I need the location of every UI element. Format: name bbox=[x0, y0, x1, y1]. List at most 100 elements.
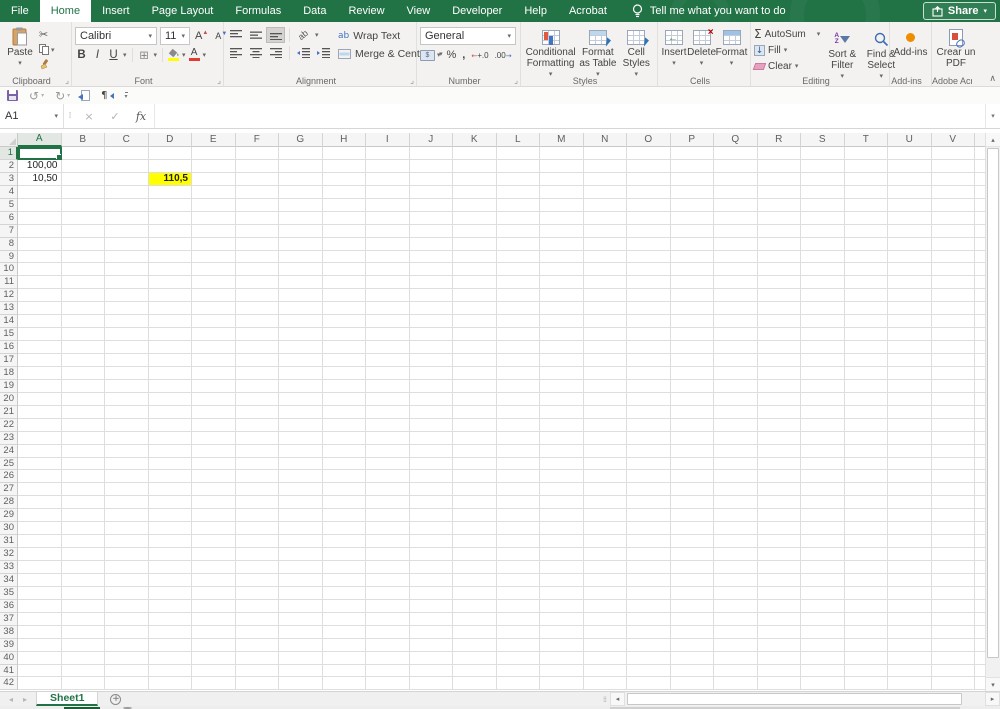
cell-B38[interactable] bbox=[61, 625, 105, 639]
cell-P38[interactable] bbox=[670, 625, 714, 639]
cell-R27[interactable] bbox=[757, 483, 801, 497]
cell-F17[interactable] bbox=[235, 354, 279, 367]
cell-M23[interactable] bbox=[540, 431, 584, 445]
cell-Q26[interactable] bbox=[714, 470, 758, 484]
cell-J24[interactable] bbox=[409, 444, 453, 458]
cell-partial-15[interactable] bbox=[975, 328, 985, 342]
cell-K26[interactable] bbox=[453, 470, 497, 484]
cell-V19[interactable] bbox=[931, 379, 975, 393]
cell-partial-14[interactable] bbox=[975, 315, 985, 329]
cell-U40[interactable] bbox=[888, 651, 932, 665]
cell-V27[interactable] bbox=[931, 483, 975, 497]
cell-I1[interactable] bbox=[366, 147, 410, 160]
cell-A1[interactable] bbox=[18, 147, 62, 160]
column-header-Q[interactable]: Q bbox=[714, 133, 758, 147]
cell-H15[interactable] bbox=[322, 328, 366, 342]
cell-U32[interactable] bbox=[888, 548, 932, 561]
customize-qat-button[interactable]: ▾ bbox=[124, 92, 128, 100]
cell-partial-38[interactable] bbox=[975, 626, 985, 639]
cell-M3[interactable] bbox=[540, 172, 584, 186]
cell-R23[interactable] bbox=[757, 431, 801, 445]
cell-U31[interactable] bbox=[888, 535, 932, 549]
cell-N29[interactable] bbox=[583, 509, 627, 523]
cell-P31[interactable] bbox=[670, 535, 714, 549]
cell-H37[interactable] bbox=[322, 612, 366, 626]
cell-S12[interactable] bbox=[801, 289, 845, 303]
cell-R41[interactable] bbox=[757, 664, 801, 678]
cell-partial-2[interactable] bbox=[975, 160, 985, 173]
cell-S38[interactable] bbox=[801, 625, 845, 639]
cell-M15[interactable] bbox=[540, 328, 584, 342]
row-header-33[interactable]: 33 bbox=[0, 561, 18, 574]
cell-H42[interactable] bbox=[322, 677, 366, 691]
cell-S3[interactable] bbox=[801, 172, 845, 186]
cell-H4[interactable] bbox=[322, 185, 366, 199]
cell-M4[interactable] bbox=[540, 185, 584, 199]
cell-U37[interactable] bbox=[888, 612, 932, 626]
cell-B33[interactable] bbox=[61, 561, 105, 574]
cell-A11[interactable] bbox=[18, 276, 62, 290]
cell-Q1[interactable] bbox=[714, 147, 758, 160]
cell-V1[interactable] bbox=[931, 147, 975, 160]
row-header-25[interactable]: 25 bbox=[0, 457, 18, 471]
cell-J3[interactable] bbox=[409, 172, 453, 186]
cell-A33[interactable] bbox=[18, 561, 62, 574]
cell-T19[interactable] bbox=[844, 379, 888, 393]
cell-K12[interactable] bbox=[453, 289, 497, 303]
cell-I8[interactable] bbox=[366, 237, 410, 251]
cell-R30[interactable] bbox=[757, 522, 801, 536]
cell-partial-7[interactable] bbox=[975, 225, 985, 238]
cell-Q31[interactable] bbox=[714, 535, 758, 549]
cell-E23[interactable] bbox=[192, 431, 236, 445]
cell-U29[interactable] bbox=[888, 509, 932, 523]
cell-K20[interactable] bbox=[453, 392, 497, 406]
column-header-R[interactable]: R bbox=[757, 133, 801, 147]
cell-M31[interactable] bbox=[540, 535, 584, 549]
cell-D39[interactable] bbox=[148, 638, 192, 652]
cell-S6[interactable] bbox=[801, 211, 845, 225]
cell-R5[interactable] bbox=[757, 198, 801, 212]
cell-R16[interactable] bbox=[757, 341, 801, 354]
cell-V2[interactable] bbox=[931, 159, 975, 173]
cell-E29[interactable] bbox=[192, 509, 236, 523]
cell-S29[interactable] bbox=[801, 509, 845, 523]
cell-V41[interactable] bbox=[931, 664, 975, 678]
number-dialog-launcher[interactable]: ⌟ bbox=[514, 77, 518, 85]
cell-N22[interactable] bbox=[583, 418, 627, 432]
cell-O35[interactable] bbox=[627, 586, 671, 600]
formula-bar-input[interactable] bbox=[155, 104, 985, 128]
cell-K30[interactable] bbox=[453, 522, 497, 536]
cell-J22[interactable] bbox=[409, 418, 453, 432]
cell-G23[interactable] bbox=[279, 431, 323, 445]
column-header-E[interactable]: E bbox=[192, 133, 236, 147]
cell-D17[interactable] bbox=[148, 354, 192, 367]
cell-P23[interactable] bbox=[670, 431, 714, 445]
cell-S5[interactable] bbox=[801, 198, 845, 212]
cell-Q21[interactable] bbox=[714, 405, 758, 419]
cell-I14[interactable] bbox=[366, 315, 410, 329]
cell-V38[interactable] bbox=[931, 625, 975, 639]
cell-R11[interactable] bbox=[757, 276, 801, 290]
horizontal-scroll-track[interactable] bbox=[625, 692, 985, 706]
cell-S40[interactable] bbox=[801, 651, 845, 665]
row-header-39[interactable]: 39 bbox=[0, 638, 18, 652]
cell-partial-1[interactable] bbox=[975, 147, 985, 160]
cell-M10[interactable] bbox=[540, 263, 584, 277]
cell-L17[interactable] bbox=[496, 354, 540, 367]
cell-T4[interactable] bbox=[844, 185, 888, 199]
row-header-21[interactable]: 21 bbox=[0, 405, 18, 419]
menu-tab-formulas[interactable]: Formulas bbox=[224, 0, 292, 22]
cell-R25[interactable] bbox=[757, 457, 801, 471]
cell-E8[interactable] bbox=[192, 237, 236, 251]
cell-E11[interactable] bbox=[192, 276, 236, 290]
cell-P7[interactable] bbox=[670, 224, 714, 238]
format-as-table-button[interactable]: Format as Table ▾ bbox=[577, 25, 618, 80]
row-header-28[interactable]: 28 bbox=[0, 496, 18, 510]
row-header-2[interactable]: 2 bbox=[0, 159, 18, 173]
cell-P40[interactable] bbox=[670, 651, 714, 665]
cell-V15[interactable] bbox=[931, 328, 975, 342]
column-header-C[interactable]: C bbox=[105, 133, 149, 147]
cell-V26[interactable] bbox=[931, 470, 975, 484]
cell-D32[interactable] bbox=[148, 548, 192, 561]
column-header-H[interactable]: H bbox=[322, 133, 366, 147]
